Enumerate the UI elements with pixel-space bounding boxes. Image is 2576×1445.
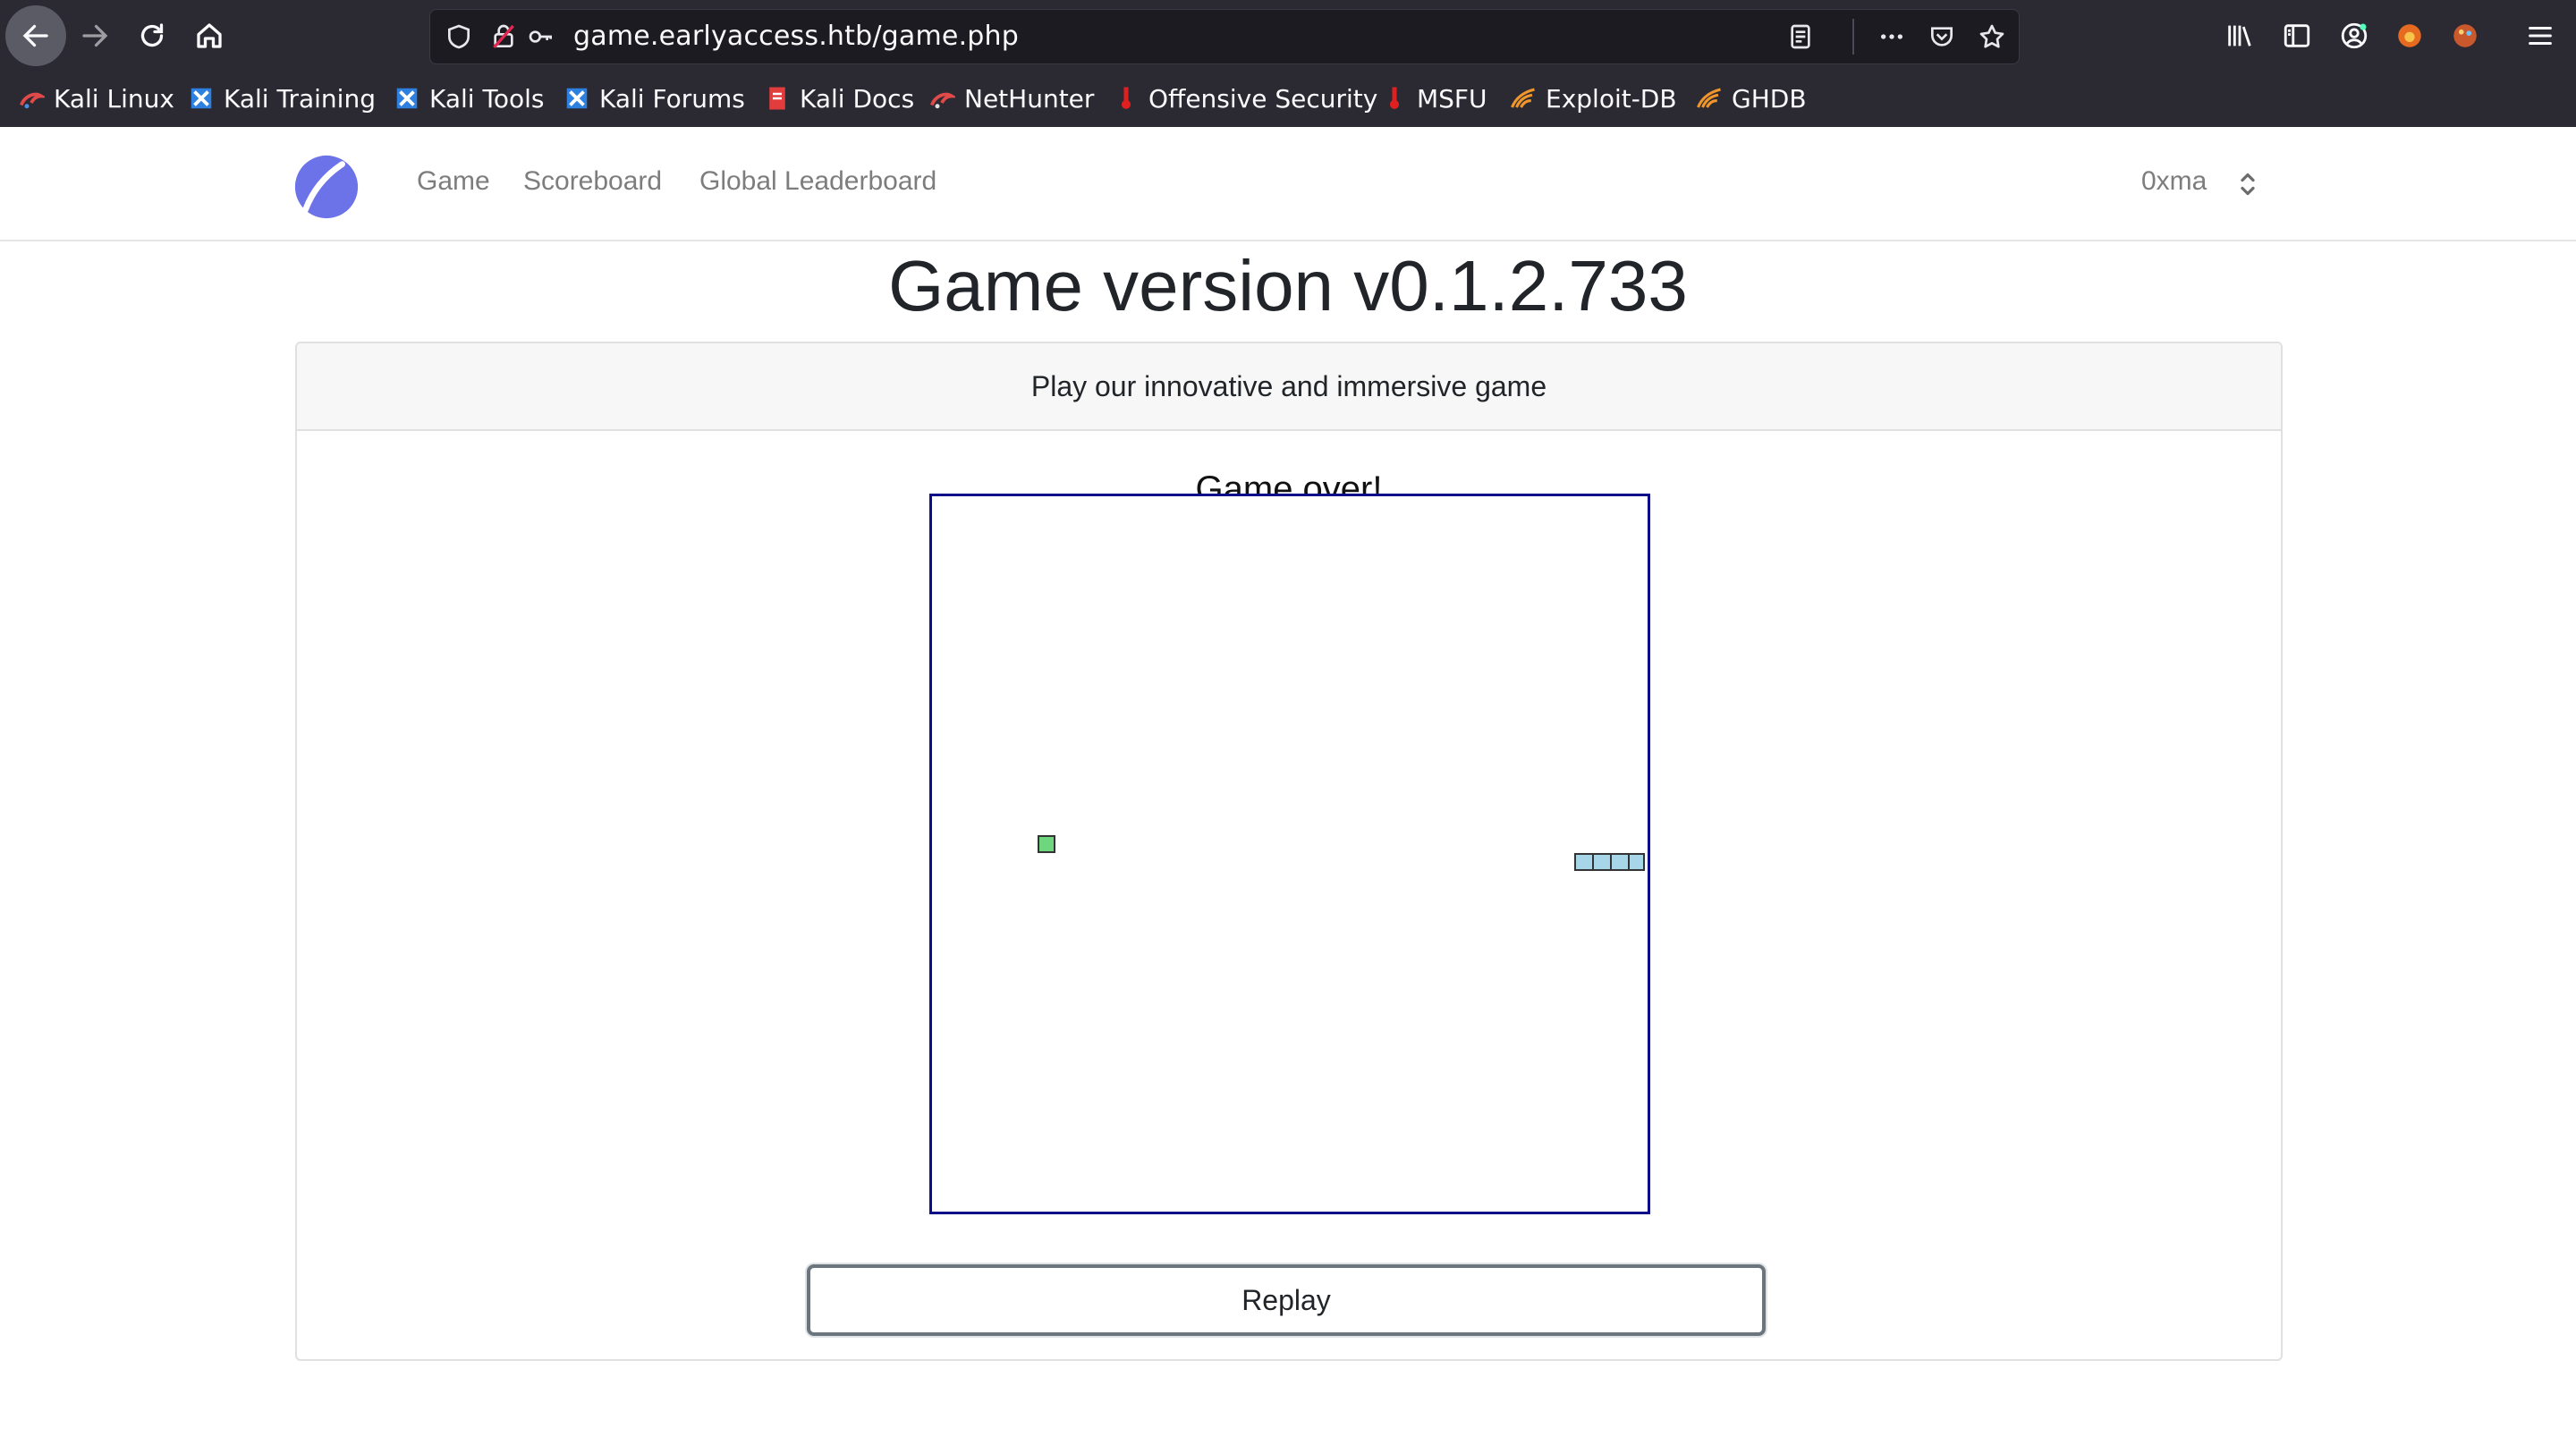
kali-training-icon (191, 88, 212, 109)
insecure-lock-icon[interactable] (487, 21, 520, 53)
sidebar-icon[interactable] (2277, 18, 2317, 54)
snake-segment (1610, 853, 1630, 871)
kali-forums-icon (566, 88, 588, 109)
key-icon[interactable] (525, 21, 557, 53)
snake-segment (1628, 853, 1645, 871)
bookmark-kali-forums[interactable]: Kali Forums (564, 80, 745, 116)
nav-link-global-leaderboard[interactable]: Global Leaderboard (699, 166, 936, 197)
kali-dragon-icon (19, 92, 45, 109)
card-header: Play our innovative and immersive game (297, 343, 2281, 431)
browser-chrome: game.earlyaccess.htb/game.php Kali Linux… (0, 0, 2576, 127)
hamburger-menu-icon[interactable] (2521, 18, 2560, 54)
snake-segment (1574, 853, 1594, 871)
bookmark-kali-docs[interactable]: Kali Docs (764, 80, 914, 116)
bookmark-nethunter[interactable]: NetHunter (928, 80, 1094, 116)
browser-toolbar: game.earlyaccess.htb/game.php (0, 0, 2576, 72)
shield-icon[interactable] (443, 21, 475, 53)
bookmark-exploit-db[interactable]: Exploit-DB (1510, 80, 1677, 116)
game-card: Play our innovative and immersive game G… (295, 342, 2283, 1361)
forward-button[interactable] (64, 5, 125, 66)
bookmark-offensive-security[interactable]: Offensive Security (1113, 80, 1377, 116)
star-bookmark-icon[interactable] (1974, 21, 2010, 53)
pocket-icon[interactable] (1924, 21, 1960, 53)
food-pellet (1038, 835, 1055, 853)
page-title: Game version v0.1.2.733 (888, 246, 1688, 325)
kali-tools-icon (396, 88, 418, 109)
arrow-left-icon (22, 24, 48, 47)
bookmark-kali-tools[interactable]: Kali Tools (394, 80, 544, 116)
arrow-right-icon (82, 24, 108, 47)
home-button[interactable] (179, 5, 240, 66)
ghdb-icon (1697, 88, 1721, 108)
url-separator (1852, 19, 1854, 55)
bookmark-kali-training[interactable]: Kali Training (188, 80, 376, 116)
library-icon[interactable] (2220, 18, 2259, 54)
offsec-icon (1122, 87, 1131, 109)
nethunter-icon (929, 92, 955, 109)
kali-docs-icon (769, 87, 785, 110)
url-bar[interactable]: game.earlyaccess.htb/game.php (429, 9, 2020, 64)
home-icon (197, 23, 222, 48)
bookmarks-toolbar: Kali Linux Kali Training Kali Tools Kali… (0, 73, 2576, 125)
nav-link-scoreboard[interactable]: Scoreboard (523, 166, 662, 197)
game-board-canvas[interactable] (929, 494, 1650, 1214)
bookmark-kali-linux[interactable]: Kali Linux (18, 80, 174, 116)
site-navbar: Game Scoreboard Global Leaderboard 0xma (0, 127, 2576, 241)
reload-button[interactable] (122, 5, 182, 66)
reload-icon (140, 23, 164, 47)
msfu-icon (1390, 87, 1399, 109)
bookmark-msfu[interactable]: MSFU (1381, 80, 1487, 116)
extension-palette-icon[interactable] (2445, 18, 2485, 54)
chevron-up-down-icon[interactable] (2236, 168, 2259, 200)
exploit-db-icon (1511, 88, 1535, 108)
reader-view-icon[interactable] (1783, 21, 1818, 53)
nav-link-game[interactable]: Game (417, 166, 490, 197)
snake-segment (1592, 853, 1612, 871)
bookmark-ghdb[interactable]: GHDB (1696, 80, 1807, 116)
extension-fox-icon[interactable] (2390, 18, 2429, 54)
more-actions-icon[interactable] (1874, 21, 1910, 53)
site-logo-icon[interactable] (292, 152, 361, 222)
account-icon[interactable] (2334, 18, 2374, 54)
back-button[interactable] (5, 5, 66, 66)
user-menu[interactable]: 0xma (2141, 166, 2207, 197)
url-text[interactable]: game.earlyaccess.htb/game.php (573, 21, 1019, 53)
replay-button[interactable]: Replay (807, 1264, 1766, 1336)
